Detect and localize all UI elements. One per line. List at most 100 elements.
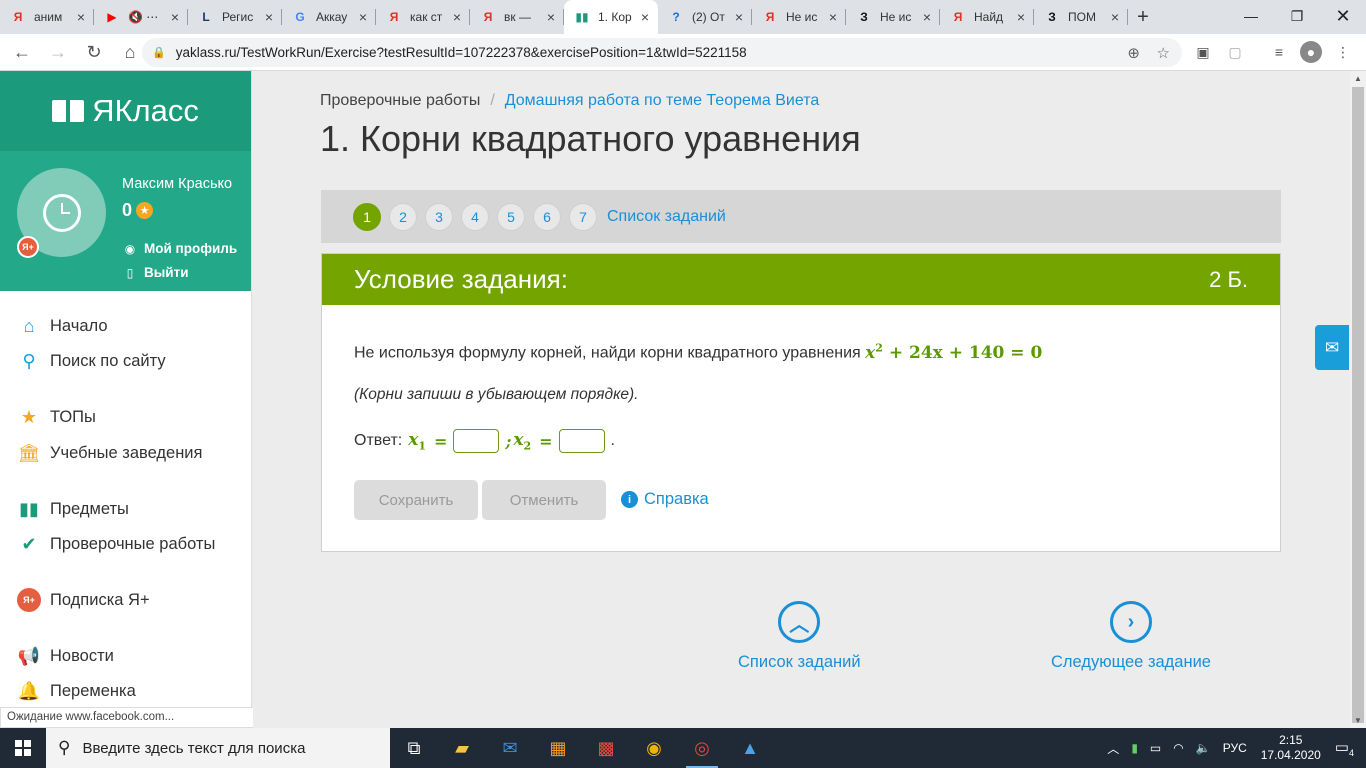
nav-task-list[interactable]: ︿ Список заданий [738, 601, 861, 672]
start-button[interactable] [0, 728, 46, 768]
step-3[interactable]: 3 [425, 202, 453, 231]
tab-close-icon[interactable]: × [544, 9, 558, 25]
forward-arrow-icon[interactable]: → [42, 36, 74, 68]
gift-app-icon[interactable]: ▩ [582, 728, 630, 768]
sidebar-item-news[interactable]: 📢 Новости [0, 641, 251, 671]
logout-link[interactable]: ▯ Выйти [122, 265, 189, 280]
step-6[interactable]: 6 [533, 202, 561, 231]
menu-dots-icon[interactable]: ⋮ [1332, 41, 1354, 63]
browser-tab[interactable]: З ПОМ × [1034, 0, 1128, 34]
sidebar-item-tests[interactable]: ✔ Проверочные работы [0, 529, 251, 559]
browser-tab[interactable]: Якак ст × [376, 0, 470, 34]
step-5[interactable]: 5 [497, 202, 525, 231]
sidebar-item-label: Предметы [50, 499, 129, 518]
usb-icon[interactable]: ▮ [1131, 741, 1138, 755]
scroll-up-icon[interactable]: ▲ [1350, 71, 1366, 86]
step-7[interactable]: 7 [569, 202, 597, 231]
info-icon: i [621, 491, 638, 508]
browser-tab[interactable]: L Регис × [188, 0, 282, 34]
language-indicator[interactable]: РУС [1223, 741, 1247, 755]
tab-close-icon[interactable]: × [826, 9, 840, 25]
breadcrumb-root[interactable]: Проверочные работы [320, 92, 480, 109]
tab-close-icon[interactable]: × [920, 9, 934, 25]
logo[interactable]: ЯКласс [0, 71, 251, 151]
book-icon: ▮▮ [19, 498, 39, 519]
restore-button[interactable]: ❐ [1274, 0, 1320, 32]
sidebar-item-search[interactable]: ⚲ Поиск по сайту [0, 346, 251, 376]
tab-close-icon[interactable]: × [1014, 9, 1028, 25]
sidebar-item-subscription[interactable]: Я+ Подписка Я+ [0, 585, 251, 615]
x1-input[interactable] [453, 429, 500, 453]
install-icon[interactable]: ⊕ [1127, 44, 1140, 62]
profile-avatar-icon[interactable]: ● [1300, 41, 1322, 63]
store-icon[interactable]: ▦ [534, 728, 582, 768]
new-tab-button[interactable]: + [1128, 0, 1158, 34]
sidebar-item-home[interactable]: ⌂ Начало [0, 311, 251, 341]
taskbar-search[interactable]: ⚲ Введите здесь текст для поиска [46, 728, 390, 768]
browser-tab[interactable]: G Аккау × [282, 0, 376, 34]
back-arrow-icon[interactable]: ← [6, 36, 38, 68]
task-list-link[interactable]: Список заданий [607, 208, 726, 226]
bookmark-star-icon[interactable]: ☆ [1157, 44, 1170, 62]
browser-tab[interactable]: ? (2) От × [658, 0, 752, 34]
task-view-icon[interactable]: ⧉ [390, 728, 438, 768]
sidebar-item-break[interactable]: 🔔 Переменка [0, 676, 251, 706]
step-1[interactable]: 1 [353, 202, 381, 231]
tab-close-icon[interactable]: × [732, 9, 746, 25]
tab-close-icon[interactable]: × [168, 9, 182, 25]
feedback-mail-button[interactable]: ✉ [1315, 325, 1349, 370]
notifications-icon[interactable]: ▭4 [1335, 738, 1354, 758]
x2-input[interactable] [558, 429, 605, 453]
help-link[interactable]: i Справка [621, 490, 709, 509]
extension-icon[interactable]: ▣ [1192, 41, 1214, 63]
save-button[interactable]: Сохранить [354, 480, 478, 520]
page-scrollbar[interactable]: ▲ ▼ [1350, 71, 1366, 728]
shield-app-icon[interactable]: ◉ [630, 728, 678, 768]
breadcrumb-link[interactable]: Домашняя работа по теме Теорема Виета [505, 92, 820, 109]
battery-icon[interactable]: ▭ [1150, 741, 1161, 755]
sidebar-item-subjects[interactable]: ▮▮ Предметы [0, 494, 251, 524]
extension-2-icon[interactable]: ▢ [1224, 41, 1246, 63]
chrome-icon[interactable]: ◎ [678, 728, 726, 768]
mail-app-icon[interactable]: ✉ [486, 728, 534, 768]
browser-tab[interactable]: ▶ 🔇 ⋯ × [94, 0, 188, 34]
profile-link[interactable]: ◉ Мой профиль [122, 241, 237, 256]
browser-tab[interactable]: Яаним × [0, 0, 94, 34]
step-4[interactable]: 4 [461, 202, 489, 231]
tab-title: как ст [410, 10, 443, 24]
sidebar-item-institutions[interactable]: 🏛 Учебные заведения [0, 438, 251, 468]
browser-tab[interactable]: З Не ис × [846, 0, 940, 34]
browser-tab[interactable]: Я Не ис × [752, 0, 846, 34]
minimize-button[interactable]: — [1228, 0, 1274, 32]
reload-icon[interactable]: ↻ [78, 36, 110, 68]
address-bar[interactable]: 🔒 yaklass.ru/TestWorkRun/Exercise?testRe… [142, 38, 1182, 67]
scroll-down-icon[interactable]: ▼ [1350, 713, 1366, 728]
clock[interactable]: 2:15 17.04.2020 [1261, 733, 1321, 763]
tab-close-icon[interactable]: × [74, 9, 88, 25]
browser-tab[interactable]: Я Найд × [940, 0, 1034, 34]
tab-favicon-icon: Я [953, 10, 963, 24]
step-2[interactable]: 2 [389, 202, 417, 231]
nav-next-task[interactable]: › Следующее задание [1051, 601, 1211, 672]
close-window-button[interactable]: ✕ [1320, 0, 1366, 32]
chevron-up-icon[interactable]: ︿ [1107, 740, 1119, 757]
wifi-icon[interactable]: ◠ [1173, 741, 1183, 755]
tab-close-icon[interactable]: × [638, 9, 652, 25]
user-name[interactable]: Максим Красько [122, 176, 232, 192]
browser-tab[interactable]: Явк — × [470, 0, 564, 34]
tab-close-icon[interactable]: × [262, 9, 276, 25]
tab-close-icon[interactable]: × [1108, 9, 1122, 25]
media-control-icon[interactable]: ≡ [1268, 41, 1290, 63]
file-explorer-icon[interactable]: ▰ [438, 728, 486, 768]
system-tray: ︿ ▮ ▭ ◠ 🔈 РУС 2:15 17.04.2020 ▭4 [1101, 728, 1366, 768]
scrollbar-thumb[interactable] [1352, 87, 1364, 723]
clock-icon [42, 193, 81, 232]
tab-close-icon[interactable]: × [356, 9, 370, 25]
tab-favicon-icon: З [1048, 10, 1056, 24]
cancel-button[interactable]: Отменить [482, 480, 606, 520]
browser-tab[interactable]: ▮▮ 1. Кор × [564, 0, 658, 34]
photos-icon[interactable]: ▲ [726, 728, 774, 768]
tab-close-icon[interactable]: × [450, 9, 464, 25]
sidebar-item-tops[interactable]: ★ ТОПы [0, 402, 251, 432]
volume-icon[interactable]: 🔈 [1196, 741, 1211, 755]
